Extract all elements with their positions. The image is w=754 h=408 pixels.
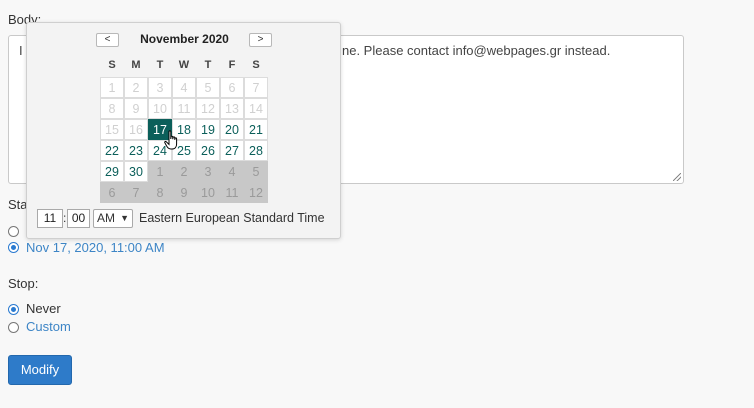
calendar-day-next-month[interactable]: 2: [172, 161, 196, 182]
calendar-day[interactable]: 22: [100, 140, 124, 161]
calendar-day[interactable]: 19: [196, 119, 220, 140]
calendar-day-disabled: 11: [172, 98, 196, 119]
minute-input[interactable]: 00: [67, 209, 90, 228]
calendar-day-next-month[interactable]: 6: [100, 182, 124, 203]
body-text-start: I: [19, 43, 23, 58]
resize-grip-icon[interactable]: [673, 173, 681, 181]
calendar-day-disabled: 12: [196, 98, 220, 119]
chevron-left-icon: <: [104, 34, 111, 45]
calendar-day[interactable]: 28: [244, 140, 268, 161]
weekday-thu: T: [204, 59, 212, 71]
calendar-day[interactable]: 27: [220, 140, 244, 161]
calendar-day-next-month[interactable]: 7: [124, 182, 148, 203]
calendar-day-next-month[interactable]: 9: [172, 182, 196, 203]
calendar-day-next-month[interactable]: 1: [148, 161, 172, 182]
weekday-tue: T: [156, 59, 164, 71]
calendar-day[interactable]: 30: [124, 161, 148, 182]
modify-button[interactable]: Modify: [8, 355, 72, 385]
calendar-day-next-month[interactable]: 5: [244, 161, 268, 182]
chevron-down-icon: ▼: [120, 213, 129, 223]
calendar-day-next-month[interactable]: 3: [196, 161, 220, 182]
calendar-day-disabled: 13: [220, 98, 244, 119]
calendar-day-next-month[interactable]: 11: [220, 182, 244, 203]
prev-month-button[interactable]: <: [96, 33, 119, 47]
next-month-button[interactable]: >: [249, 33, 272, 47]
start-scheduled-link[interactable]: Nov 17, 2020, 11:00 AM: [26, 240, 165, 255]
time-separator: :: [63, 211, 67, 225]
start-label: Sta: [8, 197, 28, 212]
calendar-day-next-month[interactable]: 4: [220, 161, 244, 182]
month-title: November 2020: [140, 32, 229, 46]
calendar-day-disabled: 2: [124, 77, 148, 98]
body-text: ne. Please contact info@webpages.gr inst…: [342, 43, 611, 58]
weekday-mon: M: [131, 59, 141, 71]
calendar-day-disabled: 5: [196, 77, 220, 98]
hour-input[interactable]: 11: [37, 209, 63, 228]
calendar-day-disabled: 6: [220, 77, 244, 98]
calendar-day[interactable]: 26: [196, 140, 220, 161]
calendar-day-disabled: 15: [100, 119, 124, 140]
calendar-day-disabled: 7: [244, 77, 268, 98]
start-radio-scheduled[interactable]: [8, 242, 19, 253]
calendar-day[interactable]: 29: [100, 161, 124, 182]
calendar-day-disabled: 14: [244, 98, 268, 119]
calendar-day-disabled: 8: [100, 98, 124, 119]
datepicker-popup: < November 2020 > S M T W T F S 12345678…: [26, 22, 341, 239]
calendar-day-disabled: 9: [124, 98, 148, 119]
calendar-day-disabled: 10: [148, 98, 172, 119]
calendar-day-disabled: 4: [172, 77, 196, 98]
calendar-day[interactable]: 21: [244, 119, 268, 140]
ampm-select[interactable]: AM ▼: [93, 209, 133, 228]
calendar-day-next-month[interactable]: 12: [244, 182, 268, 203]
weekday-wed: W: [178, 59, 190, 71]
calendar-day[interactable]: 20: [220, 119, 244, 140]
stop-radio-never[interactable]: [8, 304, 19, 315]
ampm-value: AM: [97, 211, 115, 225]
stop-option-never: Never: [26, 301, 61, 316]
start-radio-immediately[interactable]: [8, 226, 19, 237]
calendar-day[interactable]: 23: [124, 140, 148, 161]
stop-label: Stop:: [8, 276, 39, 291]
chevron-right-icon: >: [257, 34, 264, 45]
stop-option-custom[interactable]: Custom: [26, 319, 71, 334]
weekday-fri: F: [228, 59, 236, 71]
stop-radio-custom[interactable]: [8, 322, 19, 333]
calendar-day-disabled: 1: [100, 77, 124, 98]
calendar-day-next-month[interactable]: 8: [148, 182, 172, 203]
calendar-day-next-month[interactable]: 10: [196, 182, 220, 203]
calendar-day-disabled: 16: [124, 119, 148, 140]
weekday-sun: S: [108, 59, 116, 71]
timezone-label: Eastern European Standard Time: [139, 211, 325, 225]
calendar-day-disabled: 3: [148, 77, 172, 98]
hand-pointer-icon: [164, 130, 178, 150]
weekday-sat: S: [252, 59, 260, 71]
